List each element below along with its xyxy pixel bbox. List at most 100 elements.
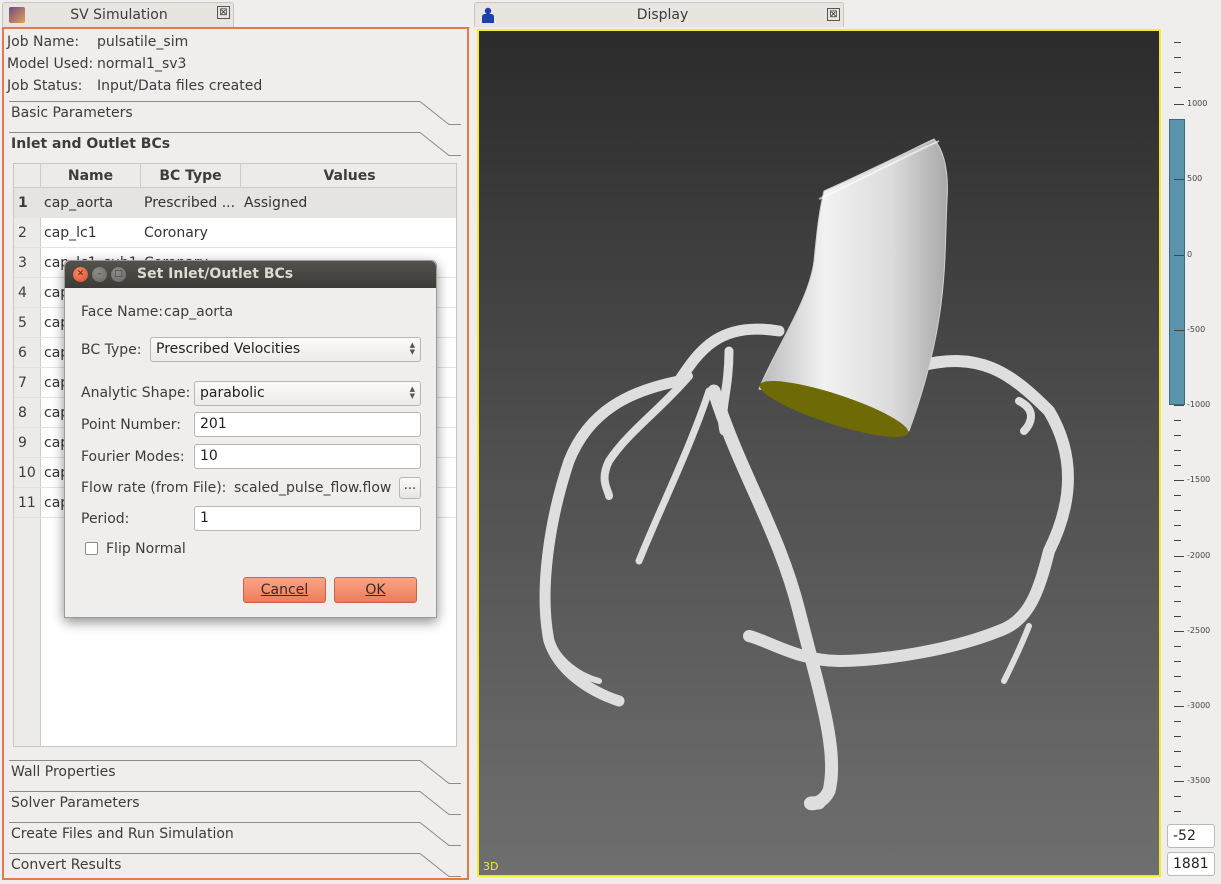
tick — [1174, 571, 1181, 572]
scale-label: 0 — [1187, 250, 1193, 259]
scale-ruler: 1000 500 0 -500 -1000 -1500 -2000 -2500 … — [1163, 29, 1221, 849]
bc-type-label: BC Type: — [81, 342, 142, 358]
section-convert-results[interactable]: Convert Results — [9, 853, 461, 884]
row-number: 2 — [18, 225, 27, 241]
table-corner — [14, 164, 41, 188]
tab-display[interactable]: Display ⊠ — [474, 2, 844, 27]
tick — [1174, 495, 1181, 496]
flip-normal-label[interactable]: Flip Normal — [106, 541, 186, 557]
tab-title: Display — [636, 7, 689, 23]
cancel-button[interactable]: Cancel — [243, 577, 326, 603]
cell-values[interactable]: Assigned — [244, 188, 307, 218]
cell-bc-type[interactable]: Prescribed ... — [144, 188, 240, 218]
section-create-files[interactable]: Create Files and Run Simulation — [9, 822, 461, 853]
scale-bar — [1169, 119, 1185, 405]
row-number: 9 — [18, 435, 27, 451]
tick — [1174, 616, 1181, 617]
column-header-values[interactable]: Values — [241, 164, 456, 188]
tick — [1174, 601, 1181, 602]
section-wall-properties[interactable]: Wall Properties — [9, 760, 461, 791]
tick — [1174, 405, 1184, 406]
analytic-shape-select[interactable]: parabolic ▲ ▼ — [194, 381, 421, 406]
tick — [1174, 480, 1184, 481]
dialog-title: Set Inlet/Outlet BCs — [137, 266, 294, 282]
tick — [1174, 661, 1181, 662]
period-input[interactable]: 1 — [194, 506, 421, 531]
tab-sv-simulation[interactable]: SV Simulation ⊠ — [2, 2, 234, 27]
job-status-value: Input/Data files created — [97, 78, 263, 94]
section-inlet-outlet-bcs[interactable]: Inlet and Outlet BCs — [9, 132, 461, 163]
flip-normal-checkbox[interactable] — [85, 542, 98, 555]
row-number: 6 — [18, 345, 27, 361]
set-inlet-outlet-bcs-dialog: ✕ – □ Set Inlet/Outlet BCs Face Name: ca… — [64, 260, 437, 618]
section-solver-parameters-label: Solver Parameters — [11, 795, 140, 811]
scale-label: -3000 — [1187, 701, 1211, 710]
window-minimize-icon[interactable]: – — [92, 267, 107, 282]
bc-type-value: Prescribed Velocities — [156, 341, 301, 357]
cell-bc-type[interactable]: Coronary — [144, 218, 240, 248]
3d-render-viewport[interactable]: 3D — [477, 29, 1161, 877]
point-number-input[interactable]: 201 — [194, 412, 421, 437]
window-close-icon[interactable]: ✕ — [73, 267, 88, 282]
model-used-row: Model Used: normal1_sv3 — [7, 56, 307, 76]
scale-label: -2500 — [1187, 626, 1211, 635]
tick — [1174, 87, 1181, 88]
browse-file-button[interactable]: ... — [399, 477, 421, 499]
row-number: 7 — [18, 375, 27, 391]
job-status-label: Job Status: — [7, 78, 83, 94]
tick — [1174, 721, 1181, 722]
fourier-modes-input[interactable]: 10 — [194, 444, 421, 469]
tick — [1174, 330, 1184, 331]
cell-name[interactable]: cap_aorta — [44, 188, 113, 218]
face-name-value: cap_aorta — [164, 304, 234, 320]
tick — [1174, 42, 1181, 43]
updown-arrow-icon: ▲ ▼ — [409, 341, 415, 356]
close-icon[interactable]: ⊠ — [217, 6, 230, 19]
section-inlet-outlet-bcs-label: Inlet and Outlet BCs — [11, 136, 171, 152]
row-number: 11 — [18, 495, 36, 511]
model-used-value: normal1_sv3 — [97, 56, 187, 72]
close-icon[interactable]: ⊠ — [827, 8, 840, 21]
tick — [1174, 646, 1181, 647]
point-number-label: Point Number: — [81, 417, 181, 433]
tab-title: SV Simulation — [70, 7, 168, 23]
coord-readout-a: -52 — [1167, 824, 1215, 848]
row-number: 5 — [18, 315, 27, 331]
cell-name[interactable]: cap_lc1 — [44, 218, 97, 248]
tick — [1174, 540, 1181, 541]
row-number: 4 — [18, 285, 27, 301]
tick — [1174, 766, 1181, 767]
period-label: Period: — [81, 511, 130, 527]
section-wall-properties-label: Wall Properties — [11, 764, 116, 780]
section-convert-results-label: Convert Results — [11, 857, 122, 873]
section-solver-parameters[interactable]: Solver Parameters — [9, 791, 461, 822]
column-header-name[interactable]: Name — [41, 164, 141, 188]
job-name-label: Job Name: — [7, 34, 80, 50]
section-basic-parameters[interactable]: Basic Parameters — [9, 101, 461, 132]
flow-rate-file: scaled_pulse_flow.flow — [234, 480, 392, 496]
job-status-row: Job Status: Input/Data files created — [7, 78, 307, 98]
tick — [1174, 57, 1181, 58]
ok-button[interactable]: OK — [334, 577, 417, 603]
tick — [1174, 691, 1181, 692]
table-row[interactable]: 2 cap_lc1 Coronary — [14, 218, 456, 248]
table-row[interactable]: 1 cap_aorta Prescribed ... Assigned — [14, 188, 456, 218]
dialog-titlebar[interactable]: ✕ – □ Set Inlet/Outlet BCs — [65, 261, 436, 288]
bc-type-select[interactable]: Prescribed Velocities ▲ ▼ — [150, 337, 421, 362]
tick — [1174, 586, 1181, 587]
analytic-shape-value: parabolic — [200, 385, 265, 401]
face-name-label: Face Name: — [81, 304, 164, 320]
window-maximize-icon[interactable]: □ — [111, 267, 126, 282]
tick — [1174, 751, 1181, 752]
scale-label: 500 — [1187, 174, 1203, 183]
row-number: 3 — [18, 255, 27, 271]
analytic-shape-label: Analytic Shape: — [81, 385, 191, 401]
tick — [1174, 676, 1181, 677]
tick — [1174, 435, 1181, 436]
updown-arrow-icon: ▲ ▼ — [409, 385, 415, 400]
tick — [1174, 736, 1181, 737]
job-name-row: Job Name: pulsatile_sim — [7, 34, 307, 54]
vessel-model-render — [539, 138, 1074, 811]
column-header-bc-type[interactable]: BC Type — [141, 164, 241, 188]
scale-label: -1000 — [1187, 400, 1211, 409]
